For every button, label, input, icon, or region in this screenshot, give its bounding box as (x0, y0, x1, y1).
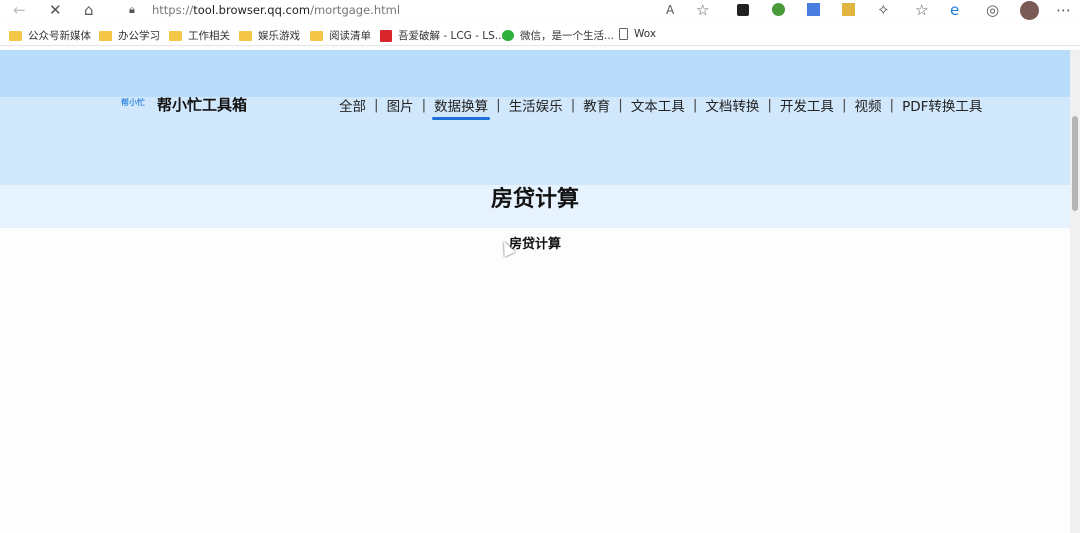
nav-all[interactable]: 全部 (339, 95, 366, 115)
folder-icon (239, 30, 252, 41)
bookmark-label: 阅读清单 (329, 30, 371, 42)
folder-icon (169, 30, 182, 41)
site-brand[interactable]: 帮小忙工具箱 (157, 94, 247, 115)
download-extension-icon[interactable] (842, 3, 855, 16)
page-icon (619, 28, 628, 40)
nav-images[interactable]: 图片 (387, 95, 414, 115)
url-path: /mortgage.html (310, 3, 401, 17)
page-title: 房贷计算 (490, 187, 579, 212)
avatar[interactable] (1020, 1, 1039, 20)
nav-separator: | (692, 97, 698, 113)
more-icon[interactable]: ⋯ (1056, 0, 1071, 20)
url-domain: tool.browser.qq.com (193, 3, 311, 17)
52pojie-icon (380, 29, 392, 42)
nav-dev-tools[interactable]: 开发工具 (780, 95, 834, 115)
nav-doc-convert[interactable]: 文档转换 (705, 95, 759, 115)
back-icon[interactable]: ← (13, 0, 26, 20)
bookmark-label: 娱乐游戏 (258, 30, 300, 42)
wechat-icon (502, 30, 514, 41)
nav-life[interactable]: 生活娱乐 (509, 95, 563, 115)
edge-collections-icon[interactable]: e (950, 0, 959, 20)
nav-separator: | (570, 97, 576, 113)
nav-pdf[interactable]: PDF转换工具 (902, 95, 982, 115)
home-icon[interactable]: ⌂ (84, 0, 94, 20)
nav-separator: | (421, 97, 427, 113)
logo-text: 帮小忙 (121, 98, 145, 107)
bookmarks-bar: 公众号新媒体 办公学习 工作相关 娱乐游戏 阅读清单 吾爱破解 - LCG - … (0, 24, 1080, 46)
bookmark-link[interactable]: 吾爱破解 - LCG - LS... (380, 28, 505, 43)
nav-text-tools[interactable]: 文本工具 (631, 95, 685, 115)
extension-icon[interactable] (807, 3, 820, 16)
nav-data-conversion[interactable]: 数据换算 (432, 95, 491, 120)
read-aloud-icon[interactable]: A (666, 0, 674, 20)
nav-separator: | (889, 97, 895, 113)
bookmark-label: 办公学习 (118, 30, 160, 42)
bookmark-folder[interactable]: 娱乐游戏 (239, 28, 300, 43)
bookmark-folder[interactable]: 阅读清单 (310, 28, 371, 43)
extension-icon[interactable] (737, 4, 749, 16)
bookmark-label: 微信，是一个生活... (520, 30, 615, 42)
nav-separator: | (767, 97, 772, 113)
folder-icon (310, 30, 323, 41)
nav-separator: | (496, 97, 501, 113)
bookmark-link[interactable]: Wox (619, 28, 656, 40)
bookmark-label: 工作相关 (188, 30, 230, 42)
scrollbar[interactable] (1070, 50, 1080, 533)
extension-icon[interactable] (772, 3, 785, 16)
site-logo[interactable]: 帮小忙 (121, 93, 147, 113)
extensions-icon[interactable]: ✧ (877, 0, 890, 20)
folder-icon (9, 30, 22, 41)
performance-icon[interactable]: ◎ (986, 0, 999, 20)
nav-separator: | (841, 97, 847, 113)
nav-separator: | (618, 97, 623, 113)
scrollbar-thumb[interactable] (1072, 116, 1078, 211)
folder-icon (99, 30, 112, 41)
browser-toolbar: ← ✕ ⌂ 🔒︎ https://tool.browser.qq.com/mor… (0, 0, 1080, 22)
bookmark-folder[interactable]: 公众号新媒体 (9, 28, 91, 43)
favorite-add-icon[interactable]: ☆ (696, 0, 709, 20)
site-header-top (0, 50, 1070, 97)
nav-education[interactable]: 教育 (583, 95, 610, 115)
bookmark-label: Wox (634, 28, 657, 40)
main-nav: 全部 | 图片 | 数据换算 | 生活娱乐 | 教育 | 文本工具 | 文档转换 | 开发工具… (339, 95, 982, 120)
address-bar[interactable]: https://tool.browser.qq.com/mortgage.htm… (152, 2, 400, 18)
nav-video[interactable]: 视频 (855, 95, 882, 115)
favorites-icon[interactable]: ☆ (915, 0, 928, 20)
lock-icon: 🔒︎ (129, 3, 135, 16)
bookmark-label: 公众号新媒体 (28, 30, 91, 42)
bookmark-folder[interactable]: 办公学习 (99, 28, 160, 43)
bookmark-label: 吾爱破解 - LCG - LS... (398, 30, 505, 42)
url-prefix: https:// (152, 3, 194, 17)
page-subtitle: 房贷计算 (508, 237, 561, 252)
nav-separator: | (374, 97, 379, 113)
stop-icon[interactable]: ✕ (49, 0, 62, 20)
bookmark-link[interactable]: 微信，是一个生活... (502, 28, 614, 43)
bookmark-folder[interactable]: 工作相关 (169, 28, 230, 43)
